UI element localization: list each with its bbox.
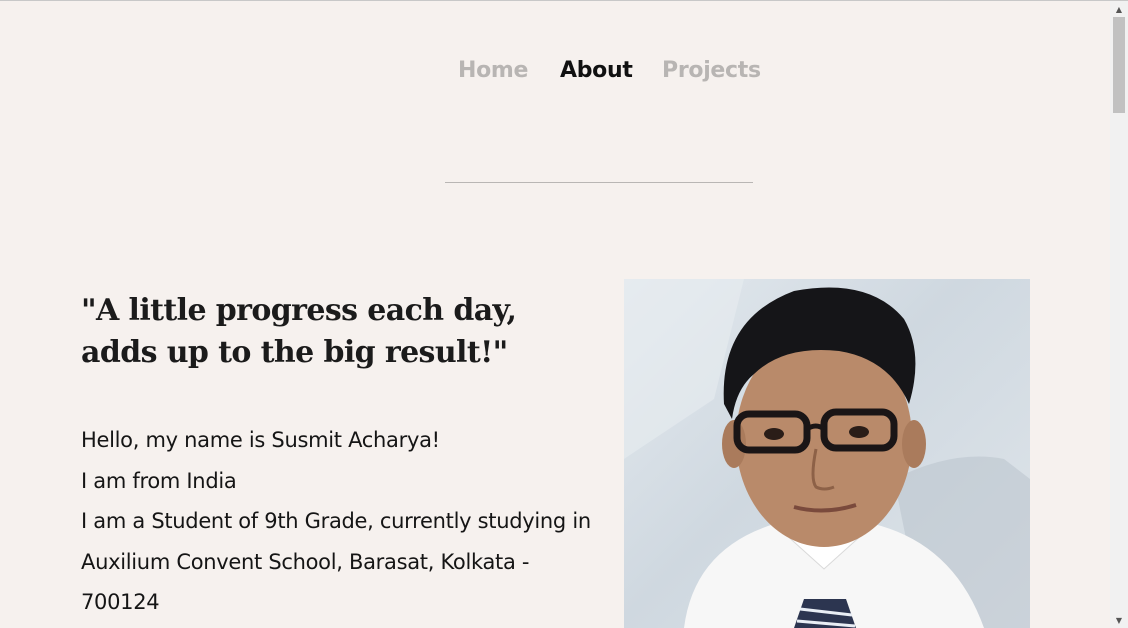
- main-nav: Home About Projects: [0, 58, 1110, 92]
- scroll-up-arrow-icon[interactable]: ▲: [1110, 3, 1128, 17]
- bio-line-school: Auxilium Convent School, Barasat, Kolkat…: [81, 549, 530, 574]
- nav-link-about[interactable]: About: [560, 58, 633, 83]
- quote-line-2: adds up to the big result!": [81, 335, 508, 370]
- quote-line-1: "A little progress each day,: [81, 293, 517, 328]
- window-top-border: [0, 0, 1128, 1]
- nav-link-projects[interactable]: Projects: [662, 58, 761, 83]
- bio-line-pincode: 700124: [81, 590, 160, 614]
- scroll-down-arrow-icon[interactable]: ▼: [1110, 614, 1128, 628]
- bio-line-country: I am from India: [81, 468, 237, 493]
- nav-link-home[interactable]: Home: [458, 58, 528, 83]
- bio-line-name: Hello, my name is Susmit Acharya!: [81, 428, 440, 452]
- section-divider: [445, 182, 753, 183]
- bio-text: Hello, my name is Susmit Acharya! I am f…: [81, 420, 621, 623]
- quote-heading: "A little progress each day, adds up to …: [81, 290, 601, 374]
- page-scrollbar[interactable]: ▲ ▼: [1110, 1, 1128, 628]
- scrollbar-thumb[interactable]: [1113, 17, 1125, 113]
- bio-line-grade: I am a Student of 9th Grade, currently s…: [81, 509, 591, 533]
- portrait-photo-icon: [624, 279, 1030, 628]
- profile-photo: [624, 279, 1030, 628]
